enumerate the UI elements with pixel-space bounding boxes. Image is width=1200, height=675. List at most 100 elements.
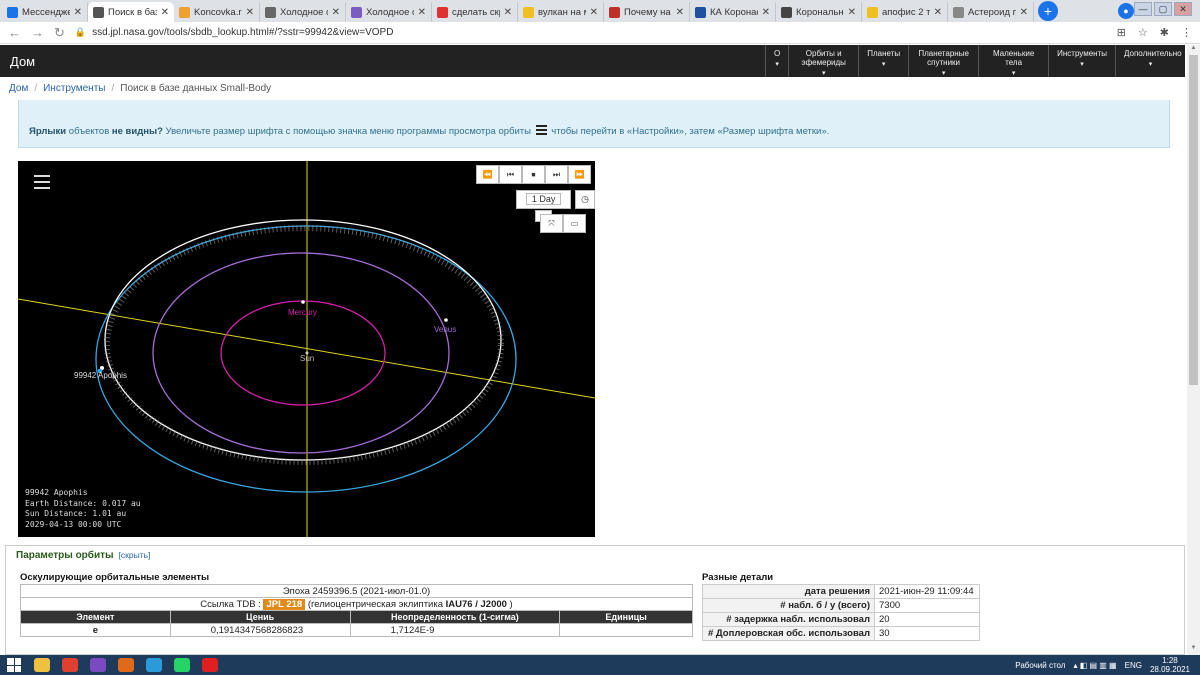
nav-menu-item[interactable]: Дополнительно ▾ bbox=[1115, 45, 1185, 77]
stop-icon[interactable]: ⏹ bbox=[522, 165, 545, 184]
tab-title: Мессенджер bbox=[22, 6, 70, 18]
column-header: Элемент bbox=[20, 610, 171, 624]
table-row: # задержка набл. использовал 20 bbox=[702, 612, 980, 627]
time-step-controls: 1 Day ▾ ◷ bbox=[516, 190, 595, 222]
venus-label: Venus bbox=[434, 325, 456, 334]
browser-tab[interactable]: Корональные ✕ bbox=[776, 2, 862, 22]
osculating-title: Оскулирующие орбитальные элементы bbox=[20, 572, 210, 583]
brand-home-link[interactable]: Дом bbox=[10, 54, 35, 69]
tab-close-icon[interactable]: ✕ bbox=[762, 7, 770, 18]
orbital-elements-table: Эпоха 2459396.5 (2021-июл-01.0) Ссылка T… bbox=[20, 584, 693, 637]
column-header: Цениь bbox=[169, 610, 351, 624]
taskbar-app-icon[interactable] bbox=[198, 656, 222, 674]
nav-menu-item[interactable]: О ▾ bbox=[764, 45, 788, 77]
rewind-icon[interactable]: ⏪ bbox=[476, 165, 499, 184]
page-scrollbar[interactable]: ▲ ▼ bbox=[1187, 45, 1200, 655]
nav-menu-label: О bbox=[773, 49, 781, 58]
tab-favicon-icon bbox=[695, 6, 706, 18]
taskbar-app-icon[interactable] bbox=[86, 656, 110, 674]
browser-tab[interactable]: Холодное сер ✕ bbox=[346, 2, 432, 22]
forward-icon[interactable]: → bbox=[31, 25, 44, 40]
browser-tab[interactable]: Почему на М ✕ bbox=[604, 2, 690, 22]
time-step-select[interactable]: 1 Day ▾ bbox=[516, 190, 572, 222]
breadcrumb: Дом / Инструменты / Поиск в базе данных … bbox=[9, 83, 272, 94]
nav-menu-label: Инструменты bbox=[1057, 49, 1107, 58]
tab-title: Холодное сер bbox=[280, 6, 328, 18]
tab-close-icon[interactable]: ✕ bbox=[590, 7, 598, 18]
viewer-menu-icon[interactable] bbox=[34, 175, 50, 189]
tab-close-icon[interactable]: ✕ bbox=[848, 7, 856, 18]
step-back-icon[interactable]: ⏮ bbox=[499, 165, 522, 184]
tab-close-icon[interactable]: ✕ bbox=[676, 7, 684, 18]
reload-icon[interactable]: ↻ bbox=[54, 25, 65, 41]
new-tab-button[interactable]: + bbox=[1038, 1, 1058, 21]
tab-close-icon[interactable]: ✕ bbox=[934, 7, 942, 18]
tab-close-icon[interactable]: ✕ bbox=[1020, 7, 1028, 18]
nav-menu-item[interactable]: Инструменты ▾ bbox=[1048, 45, 1115, 77]
step-forward-icon[interactable]: ⏭ bbox=[545, 165, 568, 184]
translate-icon[interactable]: ⊞ bbox=[1117, 26, 1126, 39]
scroll-thumb[interactable] bbox=[1189, 55, 1198, 385]
detail-value: 20 bbox=[874, 612, 980, 627]
close-window-button[interactable]: ✕ bbox=[1174, 2, 1192, 16]
breadcrumb-home[interactable]: Дом bbox=[9, 83, 28, 94]
maximize-button[interactable]: ▢ bbox=[1154, 2, 1172, 16]
windows-taskbar: Рабочий стол ▴ ◧ ▤ ▥ ▦ ENG 1:28 28.09.20… bbox=[0, 655, 1200, 675]
detail-value: 2021-июн-29 11:09:44 bbox=[874, 584, 980, 599]
caret-down-icon: ▾ bbox=[1011, 70, 1016, 77]
extensions-icon[interactable]: ✱ bbox=[1160, 26, 1169, 39]
table-cell: 0,1914347568286823 bbox=[169, 623, 351, 637]
taskbar-app-icon[interactable] bbox=[30, 656, 54, 674]
tab-close-icon[interactable]: ✕ bbox=[504, 7, 512, 18]
tray-icons[interactable]: ▴ ◧ ▤ ▥ ▦ bbox=[1073, 661, 1116, 670]
browser-tab[interactable]: вулкан на ма ✕ bbox=[518, 2, 604, 22]
detail-key: # Доплеровская обс. использовал bbox=[702, 626, 875, 641]
browser-tab[interactable]: Koncovka.rar ✕ bbox=[174, 2, 260, 22]
taskbar-app-icon[interactable] bbox=[170, 656, 194, 674]
orbit-viewer[interactable]: Mercury Venus Sun 99942 Apophis ⏪ ⏮ ⏹ ⏭ ⏩ 1 … bbox=[18, 161, 595, 537]
tab-close-icon[interactable]: ✕ bbox=[246, 7, 254, 18]
taskbar-app-icon[interactable] bbox=[142, 656, 166, 674]
language-indicator[interactable]: ENG bbox=[1125, 661, 1142, 670]
browser-tab[interactable]: Холодное сер ✕ bbox=[260, 2, 346, 22]
kebab-menu-icon[interactable]: ⋮ bbox=[1181, 26, 1192, 39]
start-button[interactable] bbox=[0, 655, 28, 675]
misc-title: Разные детали bbox=[702, 572, 774, 583]
bookmark-star-icon[interactable]: ☆ bbox=[1138, 26, 1148, 39]
browser-tab[interactable]: сделать скрин ✕ bbox=[432, 2, 518, 22]
table-row: # набл. б / у (всего) 7300 bbox=[702, 598, 980, 613]
tab-close-icon[interactable]: ✕ bbox=[332, 7, 340, 18]
nav-menu-label: Орбиты и эфемериды bbox=[801, 49, 846, 67]
breadcrumb-tools[interactable]: Инструменты bbox=[43, 83, 105, 94]
fast-forward-icon[interactable]: ⏩ bbox=[568, 165, 591, 184]
url-field[interactable]: 🔒 ssd.jpl.nasa.gov/tools/sbdb_lookup.htm… bbox=[75, 27, 1107, 38]
app-glyph-icon bbox=[118, 658, 134, 672]
nav-menu-item[interactable]: Маленькие тела ▾ bbox=[978, 45, 1048, 77]
browser-tab[interactable]: Астероид по ✕ bbox=[948, 2, 1034, 22]
browser-tab[interactable]: апофис 2 тыс ✕ bbox=[862, 2, 948, 22]
browser-tab[interactable]: Поиск в базе ✕ bbox=[88, 2, 174, 22]
profile-icon[interactable]: ● bbox=[1118, 3, 1134, 19]
jpl-solution-badge[interactable]: JPL 218 bbox=[263, 598, 306, 610]
hide-link[interactable]: [скрыть] bbox=[119, 550, 151, 560]
taskbar-app-icon[interactable] bbox=[114, 656, 138, 674]
browser-tab[interactable]: КА Коронас L ✕ bbox=[690, 2, 776, 22]
minimize-button[interactable]: — bbox=[1134, 2, 1152, 16]
clock-icon[interactable]: ◷ bbox=[575, 190, 595, 209]
nav-menu-item[interactable]: Планеты ▾ bbox=[858, 45, 908, 77]
back-icon[interactable]: ← bbox=[8, 25, 21, 40]
tab-close-icon[interactable]: ✕ bbox=[74, 7, 82, 18]
browser-tab[interactable]: Мессенджер ✕ bbox=[2, 2, 88, 22]
browser-tab-strip: Мессенджер✕Поиск в базе✕Koncovka.rar✕Хол… bbox=[0, 0, 1200, 22]
nav-menu-item[interactable]: Орбиты и эфемериды ▾ bbox=[788, 45, 858, 77]
tab-title: вулкан на ма bbox=[538, 6, 586, 18]
screen-icon[interactable]: ▭ bbox=[563, 214, 586, 233]
nav-menu-item[interactable]: Планетарные спутники ▾ bbox=[908, 45, 978, 77]
tab-close-icon[interactable]: ✕ bbox=[418, 7, 426, 18]
tab-close-icon[interactable]: ✕ bbox=[161, 7, 169, 18]
system-clock[interactable]: 1:28 28.09.2021 bbox=[1150, 656, 1190, 674]
desktop-label[interactable]: Рабочий стол bbox=[1015, 661, 1065, 670]
apophis-label: 99942 Apophis bbox=[74, 371, 127, 380]
fullscreen-icon[interactable]: ⤧ bbox=[540, 214, 563, 233]
taskbar-app-icon[interactable] bbox=[58, 656, 82, 674]
